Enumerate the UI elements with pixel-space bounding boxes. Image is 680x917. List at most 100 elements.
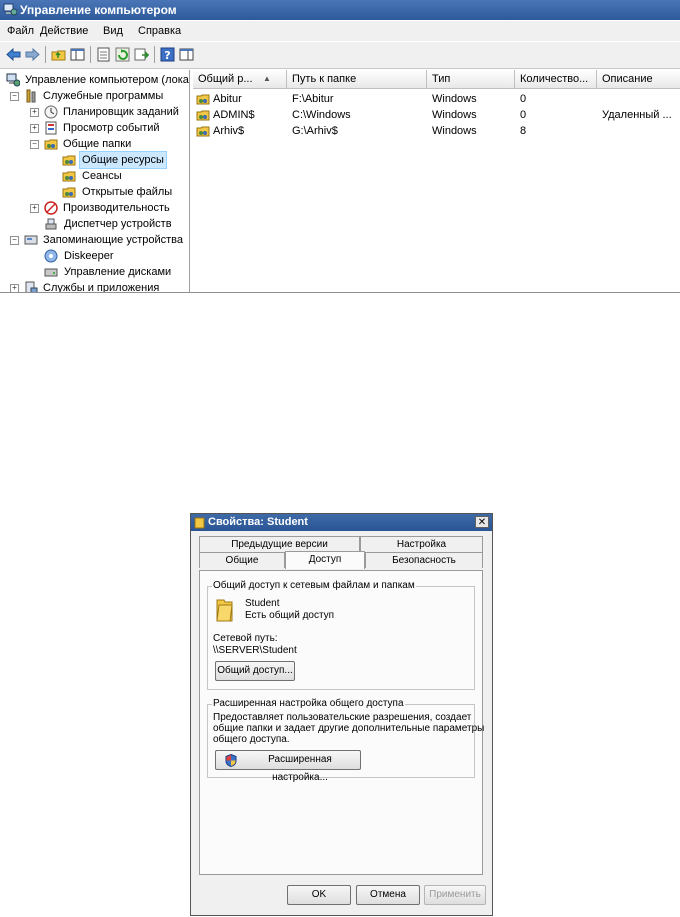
table-row[interactable]: Abitur F:\Abitur Windows 0 (193, 91, 680, 107)
advanced-sharing-label: Расширенная настройка... (268, 754, 332, 783)
shared-folder-icon (62, 187, 76, 198)
help-icon[interactable]: ? (159, 46, 176, 63)
tree-item-label: Служебные программы (43, 90, 164, 102)
share-type: Windows (432, 93, 477, 105)
list-header: Общий р... ▲ Путь к папке Тип Количество.… (193, 70, 680, 89)
tree-item-label: Диспетчер устройств (64, 218, 172, 230)
column-header-count[interactable]: Количество... (515, 70, 597, 88)
device-manager-icon (45, 218, 57, 230)
tab-previous-versions[interactable]: Предыдущие версии (199, 536, 360, 552)
event-viewer-icon (45, 121, 57, 135)
window-title: Управление компьютером (20, 3, 177, 17)
description-line: общего доступа. (213, 734, 290, 745)
ok-button[interactable]: OK (287, 885, 351, 905)
tree-item-label: Открытые файлы (82, 186, 173, 198)
tree-item-label: Общие ресурсы (79, 151, 167, 169)
performance-icon (44, 201, 58, 215)
share-name: ADMIN$ (213, 109, 255, 121)
menu-help[interactable]: Справка (138, 25, 181, 37)
folder-name: Student (245, 598, 280, 609)
tab-sharing[interactable]: Доступ (285, 551, 365, 569)
dialog-title: Свойства: Student (208, 516, 308, 528)
column-header-folder-path[interactable]: Путь к папке (287, 70, 427, 88)
shared-folder-icon (196, 126, 210, 137)
menu-bar: Файл Действие Вид Справка (0, 21, 680, 41)
tree-item-label: Запоминающие устройства (43, 234, 184, 246)
tree-item-label: Планировщик заданий (63, 106, 179, 118)
tree-item-label: Управление дисками (64, 266, 172, 278)
menu-view[interactable]: Вид (103, 25, 123, 37)
sort-ascending-icon: ▲ (263, 74, 271, 83)
tools-icon (26, 89, 36, 103)
shares-list: Общий р... ▲ Путь к папке Тип Количество.… (193, 70, 680, 292)
shared-folder-icon (44, 139, 58, 150)
computer-management-icon (3, 3, 17, 16)
column-header-share-name[interactable]: Общий р... ▲ (193, 70, 287, 88)
tab-customize[interactable]: Настройка (360, 536, 483, 552)
share-description: Удаленный ... (602, 109, 672, 121)
cancel-button[interactable]: Отмена (356, 885, 420, 905)
tab-security[interactable]: Безопасность (365, 552, 483, 568)
network-sharing-group: Общий доступ к сетевым файлам и папкам S… (207, 580, 475, 690)
folder-icon (194, 517, 205, 529)
shared-folder-icon (62, 155, 76, 166)
toolbar: ? (0, 42, 680, 69)
computer-management-window: Управление компьютером Файл Действие Вид… (0, 0, 680, 293)
shared-folder-icon (62, 171, 76, 182)
tab-general[interactable]: Общие (199, 552, 285, 568)
expand-toggle[interactable]: + (30, 204, 39, 213)
refresh-icon[interactable] (114, 46, 131, 63)
table-row[interactable]: ADMIN$ C:\Windows Windows 0 Удаленный ..… (193, 107, 680, 123)
diskeeper-icon (44, 249, 58, 263)
toolbar-separator (90, 46, 91, 63)
column-header-description[interactable]: Описание (597, 70, 680, 88)
client-count: 8 (520, 125, 527, 137)
show-hide-tree-icon[interactable] (69, 46, 86, 63)
up-folder-icon[interactable] (50, 46, 67, 63)
share-status: Есть общий доступ (245, 610, 335, 621)
collapse-toggle[interactable]: − (10, 92, 19, 101)
client-count: 0 (520, 93, 527, 105)
clock-icon (44, 105, 58, 119)
tree-item-label: Общие папки (63, 138, 132, 150)
column-header-type[interactable]: Тип (427, 70, 515, 88)
folder-path: G:\Arhiv$ (292, 125, 338, 137)
advanced-sharing-button[interactable]: Расширенная настройка... (215, 750, 361, 783)
tree-item-label: Diskeeper (64, 250, 114, 262)
show-hide-action-pane-icon[interactable] (178, 46, 195, 63)
close-button[interactable]: ✕ (475, 516, 489, 528)
expand-toggle[interactable]: + (30, 108, 39, 117)
network-path-value: \\SERVER\Student (213, 645, 297, 656)
expand-toggle[interactable]: + (30, 124, 39, 133)
storage-icon (24, 235, 38, 245)
properties-icon[interactable] (95, 46, 112, 63)
group-label: Общий доступ к сетевым файлам и папкам (212, 580, 416, 591)
folder-path: C:\Windows (292, 109, 351, 121)
advanced-sharing-group: Расширенная настройка общего доступа Пре… (207, 698, 484, 783)
toolbar-separator (45, 46, 46, 63)
computer-management-icon (6, 73, 20, 87)
share-type: Windows (432, 109, 477, 121)
folder-path: F:\Abitur (292, 93, 334, 105)
services-icon (25, 281, 38, 292)
expand-toggle[interactable]: + (10, 284, 19, 292)
menu-file[interactable]: Файл (7, 25, 34, 37)
forward-arrow-icon[interactable] (24, 46, 41, 63)
tree-item-label: Сеансы (82, 170, 122, 182)
share-name: Abitur (213, 93, 242, 105)
share-type: Windows (432, 125, 477, 137)
shared-folder-icon (196, 110, 210, 121)
share-button[interactable]: Общий доступ... (215, 661, 295, 681)
description-line: общие папки и задает другие дополнительн… (213, 723, 485, 734)
client-count: 0 (520, 109, 527, 121)
collapse-toggle[interactable]: − (10, 236, 19, 245)
menu-action[interactable]: Действие (40, 25, 88, 37)
back-arrow-icon[interactable] (5, 46, 22, 63)
export-list-icon[interactable] (133, 46, 150, 63)
console-tree: Управление компьютером (лока − Служебные… (0, 70, 190, 292)
apply-button[interactable]: Применить (424, 885, 486, 905)
table-row[interactable]: Arhiv$ G:\Arhiv$ Windows 8 (193, 123, 680, 139)
collapse-toggle[interactable]: − (30, 140, 39, 149)
dialog-title-bar: Свойства: Student ✕ (191, 514, 492, 531)
uac-shield-icon (225, 754, 237, 767)
